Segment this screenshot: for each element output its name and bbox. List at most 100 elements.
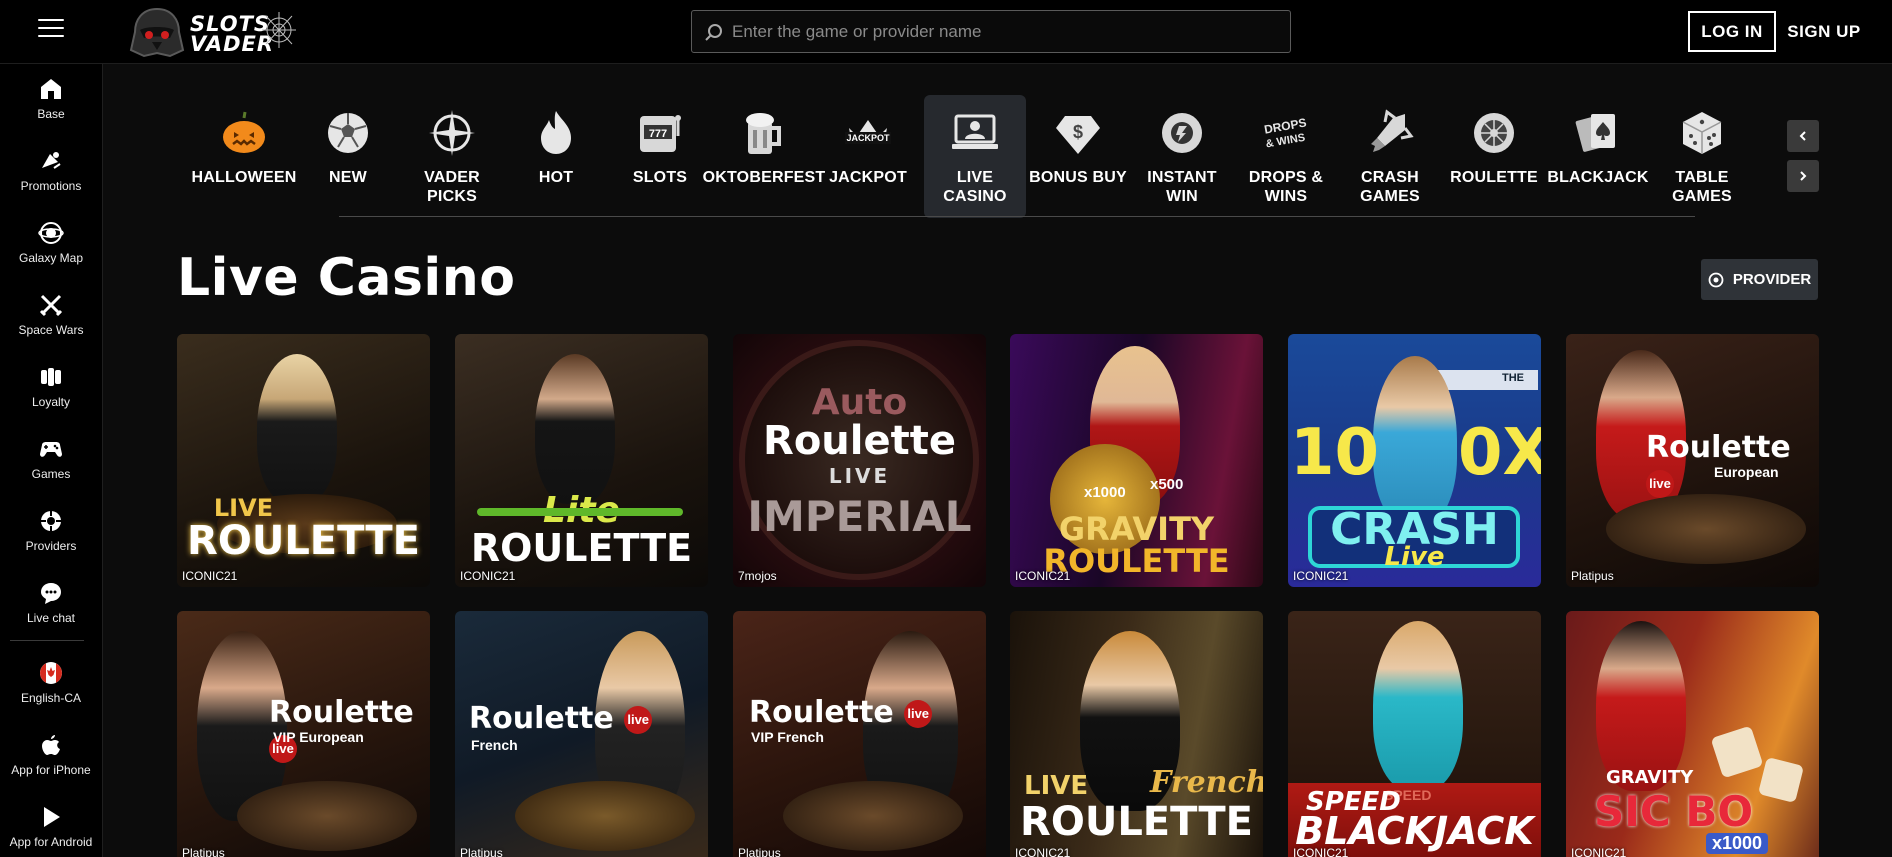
game-provider: Platipus <box>460 846 503 857</box>
sidebar-item-app-android[interactable]: App for Android <box>0 802 102 857</box>
spider-web-icon <box>262 12 296 48</box>
sidebar-item-loyalty[interactable]: Loyalty <box>0 362 102 422</box>
game-title-text: Roulette <box>269 695 414 730</box>
game-tile[interactable]: Roulette live VIP French Platipus <box>733 611 986 857</box>
category-next-button[interactable] <box>1787 160 1819 192</box>
category-jackpot[interactable]: JACKPOT JACKPOT <box>817 95 919 218</box>
flame-icon <box>541 111 571 154</box>
game-title-text: Roulette <box>749 695 894 730</box>
game-title-text: Roulette <box>469 701 614 736</box>
promotions-icon <box>42 152 61 169</box>
category-prev-button[interactable] <box>1787 120 1819 152</box>
game-provider: ICONIC21 <box>460 569 516 583</box>
category-roulette[interactable]: ROULETTE <box>1443 95 1545 218</box>
category-vader-picks[interactable]: VADER PICKS <box>401 95 503 218</box>
search-input[interactable] <box>732 11 1282 52</box>
game-title-text: Roulette <box>1646 430 1791 465</box>
gamepad-icon <box>40 442 62 457</box>
category-new[interactable]: NEW <box>297 95 399 218</box>
game-title-line3: x1000 <box>1706 833 1769 854</box>
category-bonus-buy[interactable]: $ BONUS BUY <box>1027 95 1129 218</box>
sidebar-item-label: Loyalty <box>31 395 71 409</box>
category-label: TABLE GAMES <box>1672 168 1732 206</box>
game-title-line1: Roulette live <box>469 701 653 736</box>
diamond-dollar-icon: $ <box>1056 116 1100 154</box>
sidebar-item-galaxy-map[interactable]: Galaxy Map <box>0 218 102 278</box>
game-title-line1: 10 <box>1290 416 1380 490</box>
game-tile[interactable]: GRAVITY SIC BO x1000 ICONIC21 <box>1566 611 1819 857</box>
category-instant-win[interactable]: INSTANT WIN <box>1131 95 1233 218</box>
top-bar: SLOTS VADER LOG IN SIGN UP <box>0 0 1892 64</box>
site-logo[interactable]: SLOTS VADER <box>128 6 298 60</box>
category-live-casino[interactable]: LIVE CASINO <box>924 95 1026 218</box>
game-tile[interactable]: Roulette live French Platipus <box>455 611 708 857</box>
roulette-wheel <box>237 781 417 851</box>
live-dealer-icon <box>952 114 998 149</box>
sidebar-item-base[interactable]: Base <box>0 74 102 134</box>
roulette-wheel <box>515 781 695 851</box>
game-title-line3: LIVE <box>828 464 891 488</box>
provider-filter-button[interactable]: PROVIDER <box>1701 259 1818 300</box>
sidebar-item-app-iphone[interactable]: App for iPhone <box>0 730 102 790</box>
category-drops-wins[interactable]: DROPS & WINS DROPS & WINS <box>1235 95 1337 218</box>
game-tile[interactable]: LIVE ROULETTE ICONIC21 <box>177 334 430 587</box>
category-hot[interactable]: HOT <box>505 95 607 218</box>
game-tile[interactable]: Roulette live European Platipus <box>1566 334 1819 587</box>
roulette-wheel <box>1606 494 1806 564</box>
game-title-line1: GRAVITY <box>1606 767 1694 788</box>
galaxy-map-icon <box>38 222 64 244</box>
category-blackjack[interactable]: BLACKJACK <box>1547 95 1649 218</box>
sidebar-item-label: Promotions <box>20 179 82 193</box>
category-bar: HALLOWEEN NEW VADER PICKS HOT 777 SLOTS … <box>191 95 1732 218</box>
playing-cards-icon <box>1575 114 1615 152</box>
jackpot-crown-icon: JACKPOT <box>845 120 891 144</box>
category-label: OKTOBERFEST <box>702 169 826 186</box>
sidebar-item-label: Base <box>37 107 65 121</box>
game-tile[interactable]: Roulette live VIP European Platipus <box>177 611 430 857</box>
sidebar-item-games[interactable]: Games <box>0 434 102 494</box>
vader-helmet-logo-icon <box>129 7 185 58</box>
game-tile[interactable]: Auto Roulette LIVE IMPERIAL 7mojos <box>733 334 986 587</box>
sidebar-item-providers[interactable]: Providers <box>0 506 102 566</box>
game-provider: ICONIC21 <box>1015 846 1071 857</box>
category-label: LIVE CASINO <box>943 169 1007 205</box>
menu-icon[interactable] <box>38 19 64 39</box>
slots-icon-text: 777 <box>649 128 667 140</box>
banner-text: THE <box>1502 372 1524 384</box>
sidebar-item-label: Live chat <box>26 611 76 625</box>
game-title-line2: Roulette <box>763 418 956 464</box>
drops-wins-icon: DROPS& WINS <box>1263 115 1307 150</box>
providers-icon <box>1708 272 1724 287</box>
sidebar-item-label: Games <box>31 467 71 481</box>
sidebar-item-label: App for Android <box>9 835 93 849</box>
game-title-line3: ROULETTE <box>1020 799 1253 845</box>
game-tile[interactable]: Lite ROULETTE ICONIC21 <box>455 334 708 587</box>
crossed-swords-icon <box>39 294 63 317</box>
chevron-left-icon <box>1799 131 1806 141</box>
game-provider: ICONIC21 <box>1015 569 1071 583</box>
category-label-line2: GAMES <box>1672 188 1732 205</box>
login-button[interactable]: LOG IN <box>1688 11 1776 52</box>
category-slots[interactable]: 777 SLOTS <box>609 95 711 218</box>
sidebar-item-live-chat[interactable]: Live chat <box>0 578 102 638</box>
category-crash-games[interactable]: CRASH GAMES <box>1339 95 1441 218</box>
game-tile[interactable]: x1000 x500 GRAVITY ROULETTE ICONIC21 <box>1010 334 1263 587</box>
game-tile[interactable]: SPEED SPEED BLACKJACK ICONIC21 <box>1288 611 1541 857</box>
sidebar-item-promotions[interactable]: Promotions <box>0 146 102 206</box>
sidebar-item-language[interactable]: English-CA <box>0 658 102 718</box>
sidebar-item-space-wars[interactable]: Space Wars <box>0 290 102 350</box>
game-tile[interactable]: LIVE French ROULETTE ICONIC21 <box>1010 611 1263 857</box>
crash-rocket-icon <box>1371 109 1414 152</box>
game-title-line2: French <box>1150 765 1263 800</box>
signup-button[interactable]: SIGN UP <box>1776 11 1872 52</box>
category-label: HALLOWEEN <box>191 169 297 186</box>
category-label: INSTANT WIN <box>1147 169 1217 205</box>
category-bar-underline <box>339 216 1695 217</box>
category-label-line1: DROPS & <box>1248 169 1324 186</box>
category-halloween[interactable]: HALLOWEEN <box>191 95 297 218</box>
game-provider: ICONIC21 <box>1293 569 1349 583</box>
sidebar-divider <box>10 640 84 641</box>
category-table-games[interactable]: TABLE GAMES <box>1651 95 1753 218</box>
category-oktoberfest[interactable]: OKTOBERFEST <box>703 95 825 218</box>
game-tile[interactable]: THE 10 0X CRASH Live ICONIC21 <box>1288 334 1541 587</box>
